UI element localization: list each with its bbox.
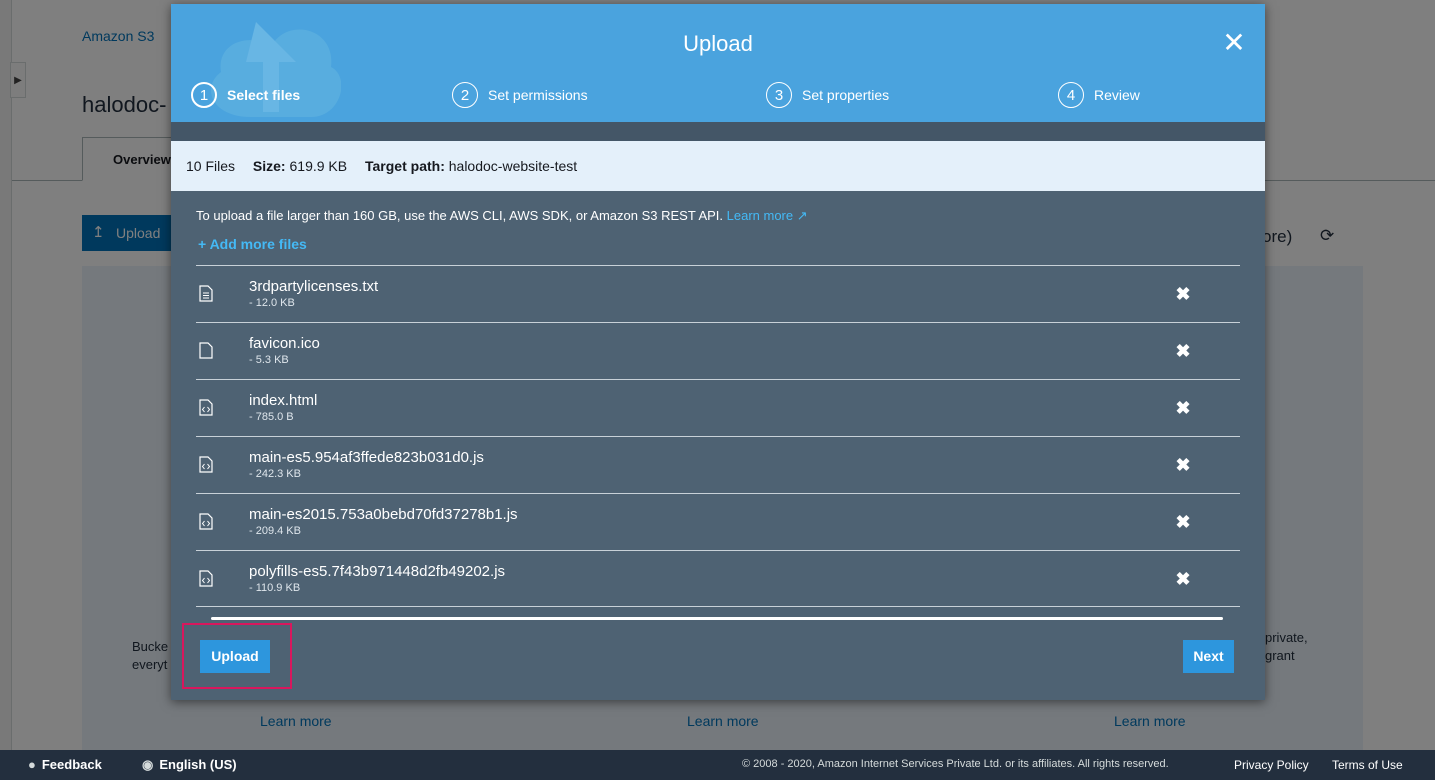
step-number: 1 [191,82,217,108]
feedback-link[interactable]: ● Feedback [28,757,102,772]
modal-title: Upload [683,31,753,56]
code-file-icon [199,513,213,530]
modal-header: Upload ✕ 1 Select files 2 Set permission… [171,4,1265,122]
next-button[interactable]: Next [1183,640,1234,673]
code-file-icon [199,456,213,473]
file-name: polyfills-es5.7f43b971448d2fb49202.js [249,563,506,580]
step-label: Select files [227,87,301,103]
total-size: Size: 619.9 KB [253,158,347,174]
close-icon[interactable]: ✕ [1221,29,1247,57]
remove-file-icon[interactable]: ✖ [1173,455,1193,475]
target-path: Target path: halodoc-website-test [365,158,577,174]
file-name: favicon.ico [249,335,320,352]
text-file-icon [199,285,213,302]
file-list: 3rdpartylicenses.txt - 12.0 KB ✖ favicon… [196,265,1240,607]
file-row: main-es2015.753a0bebd70fd37278b1.js - 20… [196,493,1240,550]
code-file-icon [199,570,213,587]
speech-bubble-icon: ● [28,757,36,772]
upload-summary-bar: 10 Files Size: 619.9 KB Target path: hal… [171,141,1265,191]
file-row: 3rdpartylicenses.txt - 12.0 KB ✖ [196,265,1240,322]
file-icon [199,342,213,359]
horizontal-scrollbar[interactable] [211,617,1223,620]
notice-text: To upload a file larger than 160 GB, use… [196,208,724,223]
add-more-label: Add more files [209,236,307,252]
file-name: main-es5.954af3ffede823b031d0.js [249,449,484,466]
step-number: 4 [1058,82,1084,108]
notice-link-label: Learn more [726,208,794,223]
globe-icon: ◉ [142,757,154,772]
step-select-files[interactable]: 1 Select files [191,82,300,108]
file-name: 3rdpartylicenses.txt [249,278,379,295]
remove-file-icon[interactable]: ✖ [1173,569,1193,589]
remove-file-icon[interactable]: ✖ [1173,512,1193,532]
header-strip [171,122,1265,141]
footer: ● Feedback ◉ English (US) © 2008 - 2020, A… [0,750,1435,780]
feedback-label: Feedback [41,757,102,772]
language-selector[interactable]: ◉ English (US) [142,757,237,773]
external-link-icon: ↗ [796,208,808,223]
file-name: main-es2015.753a0bebd70fd37278b1.js [249,506,518,523]
step-number: 3 [766,82,792,108]
target-label: Target path: [365,158,445,174]
remove-file-icon[interactable]: ✖ [1173,341,1193,361]
file-row: favicon.ico - 5.3 KB ✖ [196,322,1240,379]
step-label: Review [1094,87,1140,103]
add-more-files-button[interactable]: + Add more files [198,236,307,252]
step-review[interactable]: 4 Review [1058,82,1140,108]
upload-button[interactable]: Upload [200,640,270,673]
step-label: Set properties [802,87,890,103]
remove-file-icon[interactable]: ✖ [1173,398,1193,418]
plus-icon: + [198,236,207,252]
size-label: Size: [252,158,286,174]
large-file-notice: To upload a file larger than 160 GB, use… [196,208,808,224]
remove-file-icon[interactable]: ✖ [1173,284,1193,304]
list-divider [196,606,1240,607]
step-number: 2 [452,82,478,108]
file-row: polyfills-es5.7f43b971448d2fb49202.js - … [196,550,1240,607]
file-row: index.html - 785.0 B ✖ [196,379,1240,436]
copyright-text: © 2008 - 2020, Amazon Internet Services … [742,758,1169,770]
step-label: Set permissions [488,87,588,103]
file-row: main-es5.954af3ffede823b031d0.js - 242.3… [196,436,1240,493]
upload-modal: Upload ✕ 1 Select files 2 Set permission… [171,4,1265,700]
step-set-properties[interactable]: 3 Set properties [766,82,889,108]
privacy-policy-link[interactable]: Privacy Policy [1234,758,1309,772]
code-file-icon [199,399,213,416]
file-size: - 785.0 B [249,411,294,423]
language-label: English (US) [159,757,237,772]
target-value: halodoc-website-test [448,158,578,174]
file-size: - 110.9 KB [249,582,301,594]
file-size: - 242.3 KB [249,468,301,480]
file-size: - 209.4 KB [249,525,301,537]
step-set-permissions[interactable]: 2 Set permissions [452,82,588,108]
file-size: - 12.0 KB [249,297,295,309]
size-value: 619.9 KB [289,158,348,174]
notice-learn-more-link[interactable]: Learn more ↗ [727,208,808,223]
file-name: index.html [249,392,318,409]
files-count: 10 Files [186,158,236,174]
file-size: - 5.3 KB [249,354,289,366]
terms-of-use-link[interactable]: Terms of Use [1332,758,1403,772]
